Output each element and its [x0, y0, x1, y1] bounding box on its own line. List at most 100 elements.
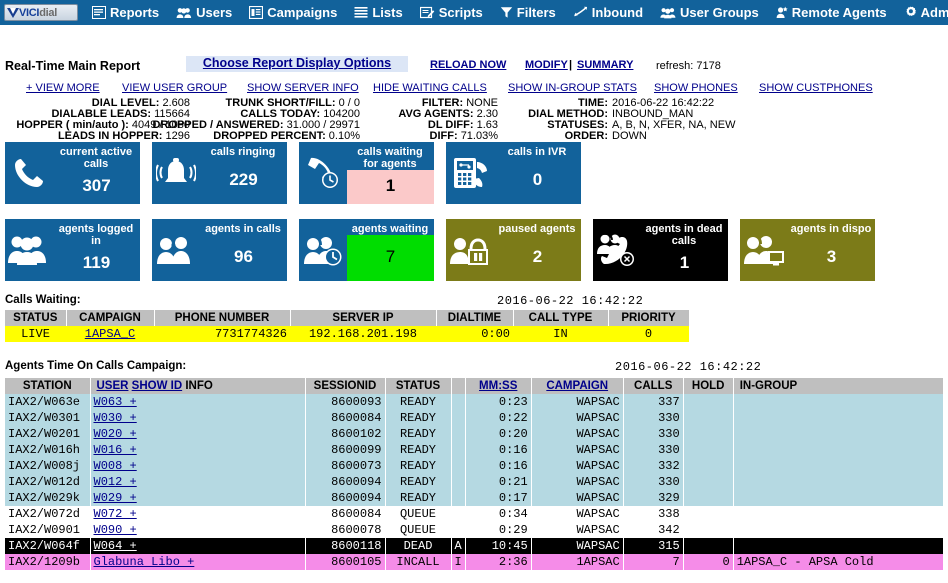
table-row[interactable]: IAX2/W063eW063 +8600093READY0:23WAPSAC33…: [5, 394, 943, 410]
view-more-link[interactable]: + VIEW MORE: [26, 82, 100, 94]
cell-mmss: 0:23: [465, 394, 531, 410]
stat-box-value: 96: [200, 235, 287, 281]
col-mmss-link[interactable]: MM:SS: [479, 380, 517, 392]
cell-sessionid: 8600102: [305, 426, 385, 442]
cell-user: W064 +: [90, 538, 305, 554]
user-link[interactable]: W008 +: [94, 459, 137, 473]
choose-report-display-options[interactable]: Choose Report Display Options: [186, 56, 408, 72]
nav-item-filters[interactable]: Filters: [500, 5, 556, 20]
dispo-screen-icon: [740, 219, 788, 281]
show-custphones-link[interactable]: SHOW CUSTPHONES: [759, 82, 873, 94]
summary-link[interactable]: SUMMARY: [577, 59, 633, 71]
col-call-type: CALL TYPE: [513, 310, 608, 326]
table-row[interactable]: IAX2/W016hW016 +8600099READY0:16WAPSAC33…: [5, 442, 943, 458]
col-show-id-link[interactable]: SHOW ID: [132, 380, 182, 392]
modify-link[interactable]: MODIFY: [525, 59, 568, 71]
stat-box-agents-logged-in[interactable]: agents logged in 119: [5, 219, 140, 281]
cell-in-group: [733, 458, 943, 474]
nav-label-remote-agents: Remote Agents: [792, 5, 887, 20]
cell-hold: [683, 410, 733, 426]
table-row[interactable]: IAX2/1209bGlabuna Libo +8600105INCALLI2:…: [5, 554, 943, 570]
show-in-group-stats-link[interactable]: SHOW IN-GROUP STATS: [508, 82, 637, 94]
stat-leads-in-hopper: LEADS IN HOPPER: 1296: [0, 130, 190, 142]
view-user-group-link[interactable]: VIEW USER GROUP: [122, 82, 227, 94]
user-link[interactable]: W030 +: [94, 411, 137, 425]
nav-item-users[interactable]: Users: [176, 5, 232, 20]
table-row[interactable]: IAX2/W0301W030 +8600084READY0:22WAPSAC33…: [5, 410, 943, 426]
stat-box-body: agents in dead calls 1: [641, 219, 728, 281]
people-icon: [5, 219, 53, 281]
table-row[interactable]: IAX2/W0901W090 +8600078QUEUE0:29WAPSAC34…: [5, 522, 943, 538]
stat-box-calls-ringing[interactable]: calls ringing 229: [152, 142, 287, 204]
show-phones-link[interactable]: SHOW PHONES: [654, 82, 738, 94]
stat-box-value: 1: [641, 247, 728, 281]
remote-agents-icon: [776, 6, 788, 19]
col-campaign-link[interactable]: CAMPAIGN: [546, 380, 608, 392]
table-row[interactable]: LIVE 1APSA_C 7731774326 192.168.201.198 …: [5, 326, 689, 342]
table-row[interactable]: IAX2/W0201W020 +8600102READY0:20WAPSAC33…: [5, 426, 943, 442]
cell-hold: 0: [683, 554, 733, 570]
user-link[interactable]: W072 +: [94, 507, 137, 521]
stat-box-value: 2: [494, 235, 581, 281]
dead-call-icon: [593, 219, 641, 281]
stat-box-agents-waiting[interactable]: agents waiting 7: [299, 219, 434, 281]
table-row[interactable]: IAX2/W008jW008 +8600073READY0:16WAPSAC33…: [5, 458, 943, 474]
campaign-link[interactable]: 1APSA_C: [85, 327, 135, 341]
cell-calls: 315: [623, 538, 683, 554]
nav-item-campaigns[interactable]: Campaigns: [249, 5, 337, 20]
cell-flag: [451, 458, 465, 474]
cell-hold: [683, 474, 733, 490]
user-link[interactable]: W016 +: [94, 443, 137, 457]
user-link[interactable]: W012 +: [94, 475, 137, 489]
hide-waiting-calls-link[interactable]: HIDE WAITING CALLS: [373, 82, 487, 94]
show-server-info-link[interactable]: SHOW SERVER INFO: [247, 82, 359, 94]
stat-box-body: agents in calls 96: [200, 219, 287, 281]
cell-user: W072 +: [90, 506, 305, 522]
stat-box-agents-in-calls[interactable]: agents in calls 96: [152, 219, 287, 281]
stat-box-body: agents logged in 119: [53, 219, 140, 281]
nav-item-inbound[interactable]: Inbound: [573, 5, 643, 20]
stat-box-current-active-calls[interactable]: current active calls 307: [5, 142, 140, 204]
cell-station: IAX2/W029k: [5, 490, 90, 506]
stat-box-paused-agents[interactable]: paused agents 2: [446, 219, 581, 281]
table-row[interactable]: IAX2/W072dW072 +8600084QUEUE0:34WAPSAC33…: [5, 506, 943, 522]
reload-now-link[interactable]: RELOAD NOW: [430, 59, 506, 71]
cell-mmss: 10:45: [465, 538, 531, 554]
stat-box-label: calls ringing: [200, 142, 287, 158]
cell-user: W090 +: [90, 522, 305, 538]
choose-report-display-options-link[interactable]: Choose Report Display Options: [203, 56, 391, 70]
user-link[interactable]: W064 +: [94, 539, 137, 553]
stat-box-calls-in-ivr[interactable]: calls in IVR 0: [446, 142, 581, 204]
table-row[interactable]: IAX2/W012dW012 +8600094READY0:21WAPSAC33…: [5, 474, 943, 490]
stat-box-label: agents in calls: [200, 219, 287, 235]
user-link[interactable]: W029 +: [94, 491, 137, 505]
vicidial-logo-text: VICIdial: [19, 7, 57, 19]
table-row[interactable]: IAX2/W064fW064 +8600118DEADA10:45WAPSAC3…: [5, 538, 943, 554]
col-user-link[interactable]: USER: [97, 380, 129, 392]
nav-item-user-groups[interactable]: User Groups: [660, 5, 759, 20]
user-link[interactable]: Glabuna Libo +: [94, 555, 195, 569]
nav-item-reports[interactable]: Reports: [92, 5, 159, 20]
stat-dropped-percent: DROPPED PERCENT: 0.10%: [190, 130, 360, 142]
cell-in-group: [733, 506, 943, 522]
user-link[interactable]: W063 +: [94, 395, 137, 409]
col-info-label: INFO: [185, 380, 212, 392]
user-link[interactable]: W090 +: [94, 523, 137, 537]
cell-user: W008 +: [90, 458, 305, 474]
gear-icon: [904, 6, 917, 19]
cell-campaign[interactable]: 1APSA_C: [66, 326, 154, 342]
calls-waiting-table: STATUS CAMPAIGN PHONE NUMBER SERVER IP D…: [5, 310, 690, 342]
user-link[interactable]: W020 +: [94, 427, 137, 441]
nav-item-lists[interactable]: Lists: [354, 5, 402, 20]
nav-item-scripts[interactable]: Scripts: [420, 5, 483, 20]
nav-item-remote-agents[interactable]: Remote Agents: [776, 5, 887, 20]
stat-box-agents-in-dispo[interactable]: agents in dispo 3: [740, 219, 875, 281]
stat-box-agents-in-dead-calls[interactable]: agents in dead calls 1: [593, 219, 728, 281]
cell-status: DEAD: [385, 538, 451, 554]
stat-box-calls-waiting-for-agents[interactable]: calls waiting for agents 1: [299, 142, 434, 204]
users-icon: [176, 7, 192, 19]
vicidial-logo[interactable]: VICIdial: [4, 4, 78, 21]
table-row[interactable]: IAX2/W029kW029 +8600094READY0:17WAPSAC32…: [5, 490, 943, 506]
nav-item-admin[interactable]: Admin: [904, 5, 948, 20]
col-user-show-id-info: USER SHOW ID INFO: [90, 378, 305, 394]
